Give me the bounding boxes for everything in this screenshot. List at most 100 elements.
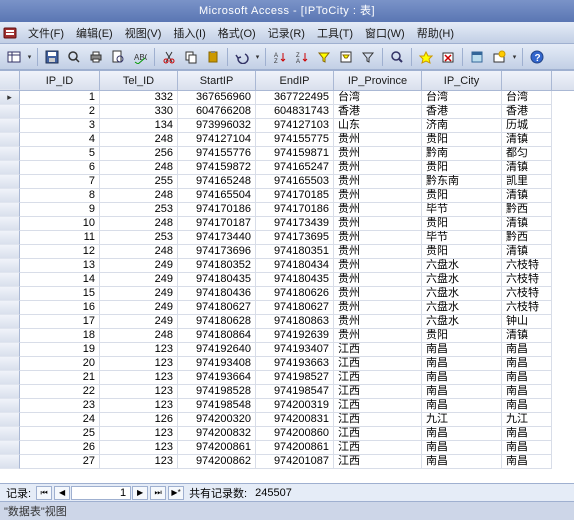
table-row[interactable]: 14249974180435974180435贵州六盘水六枝特 <box>0 273 574 287</box>
cell[interactable]: 974193663 <box>256 357 334 371</box>
new-object-dropdown[interactable]: ▾ <box>511 47 518 67</box>
cell[interactable]: 16 <box>20 301 100 315</box>
cell[interactable]: 974165247 <box>256 161 334 175</box>
cell[interactable]: 27 <box>20 455 100 469</box>
menu-item[interactable]: 格式(O) <box>212 23 262 43</box>
cell[interactable]: 332 <box>100 91 178 105</box>
database-window-button[interactable] <box>467 47 487 67</box>
cell[interactable]: 367722495 <box>256 91 334 105</box>
menu-item[interactable]: 插入(I) <box>167 23 211 43</box>
cell[interactable]: 974173440 <box>178 231 256 245</box>
cell[interactable]: 六枝特 <box>502 259 552 273</box>
cell[interactable]: 14 <box>20 273 100 287</box>
cell[interactable]: 974198547 <box>256 385 334 399</box>
row-selector[interactable] <box>0 455 20 469</box>
row-selector[interactable] <box>0 189 20 203</box>
cell[interactable]: 江西 <box>334 427 422 441</box>
menu-item[interactable]: 视图(V) <box>119 23 168 43</box>
cell[interactable]: 974173696 <box>178 245 256 259</box>
undo-dropdown[interactable]: ▾ <box>254 47 261 67</box>
apply-filter-button[interactable] <box>358 47 378 67</box>
cell[interactable]: 1 <box>20 91 100 105</box>
table-row[interactable]: 26123974200861974200861江西南昌南昌 <box>0 441 574 455</box>
row-selector[interactable] <box>0 301 20 315</box>
cell[interactable]: 六盘水 <box>422 259 502 273</box>
column-header[interactable]: IP_ID <box>20 71 100 90</box>
cell[interactable]: 255 <box>100 175 178 189</box>
cell[interactable]: 974200862 <box>178 455 256 469</box>
table-row[interactable]: 22123974198528974198547江西南昌南昌 <box>0 385 574 399</box>
last-record-button[interactable]: ⏭ <box>150 486 166 500</box>
cell[interactable]: 17 <box>20 315 100 329</box>
cell[interactable]: 974200319 <box>256 399 334 413</box>
cell[interactable]: 毕节 <box>422 203 502 217</box>
cell[interactable]: 贵阳 <box>422 245 502 259</box>
cell[interactable]: 604766208 <box>178 105 256 119</box>
cell[interactable]: 974173439 <box>256 217 334 231</box>
next-record-button[interactable]: ▶ <box>132 486 148 500</box>
table-row[interactable]: 2330604766208604831743香港香港香港 <box>0 105 574 119</box>
table-row[interactable]: 23123974198548974200319江西南昌南昌 <box>0 399 574 413</box>
cell[interactable]: 清镇 <box>502 245 552 259</box>
cell[interactable]: 20 <box>20 357 100 371</box>
cell[interactable]: 249 <box>100 301 178 315</box>
table-row[interactable]: 11253974173440974173695贵州毕节黔西 <box>0 231 574 245</box>
column-header[interactable]: StartIP <box>178 71 256 90</box>
cell[interactable]: 974193407 <box>256 343 334 357</box>
prev-record-button[interactable]: ◀ <box>54 486 70 500</box>
cell[interactable]: 贵州 <box>334 329 422 343</box>
table-row[interactable]: 3134973996032974127103山东济南历城 <box>0 119 574 133</box>
cell[interactable]: 江西 <box>334 441 422 455</box>
cell[interactable]: 974180436 <box>178 287 256 301</box>
cell[interactable]: 253 <box>100 203 178 217</box>
row-selector[interactable] <box>0 259 20 273</box>
cell[interactable]: 974180627 <box>178 301 256 315</box>
table-row[interactable]: 19123974192640974193407江西南昌南昌 <box>0 343 574 357</box>
cell[interactable]: 974180435 <box>178 273 256 287</box>
row-selector[interactable] <box>0 217 20 231</box>
row-selector[interactable] <box>0 371 20 385</box>
cell[interactable]: 济南 <box>422 119 502 133</box>
row-selector[interactable] <box>0 203 20 217</box>
table-row[interactable]: 9253974170186974170186贵州毕节黔西 <box>0 203 574 217</box>
cell[interactable]: 历城 <box>502 119 552 133</box>
new-record-nav-button[interactable]: ▶* <box>168 486 184 500</box>
row-selector[interactable] <box>0 91 20 105</box>
cell[interactable]: 974180627 <box>256 301 334 315</box>
cell[interactable]: 贵州 <box>334 147 422 161</box>
cell[interactable]: 南昌 <box>422 385 502 399</box>
table-row[interactable]: 13249974180352974180434贵州六盘水六枝特 <box>0 259 574 273</box>
print-button[interactable] <box>86 47 106 67</box>
cell[interactable]: 4 <box>20 133 100 147</box>
cell[interactable]: 974170187 <box>178 217 256 231</box>
row-selector[interactable] <box>0 231 20 245</box>
cell[interactable]: 贵州 <box>334 287 422 301</box>
cell[interactable]: 贵州 <box>334 231 422 245</box>
cell[interactable]: 126 <box>100 413 178 427</box>
cell[interactable]: 南昌 <box>502 385 552 399</box>
record-number-input[interactable] <box>71 486 131 500</box>
cell[interactable]: 974170185 <box>256 189 334 203</box>
cell[interactable]: 23 <box>20 399 100 413</box>
row-selector[interactable] <box>0 343 20 357</box>
cell[interactable]: 974165248 <box>178 175 256 189</box>
cell[interactable]: 974127104 <box>178 133 256 147</box>
preview-button[interactable] <box>108 47 128 67</box>
cell[interactable]: 六盘水 <box>422 315 502 329</box>
column-header[interactable]: IP_Province <box>334 71 422 90</box>
row-selector[interactable] <box>0 147 20 161</box>
spelling-button[interactable]: ABC <box>130 47 150 67</box>
cell[interactable]: 六枝特 <box>502 287 552 301</box>
cell[interactable]: 南昌 <box>422 427 502 441</box>
table-row[interactable]: 10248974170187974173439贵州贵阳清镇 <box>0 217 574 231</box>
table-row[interactable]: 27123974200862974201087江西南昌南昌 <box>0 455 574 469</box>
cell[interactable]: 134 <box>100 119 178 133</box>
view-dropdown[interactable]: ▾ <box>26 47 33 67</box>
cell[interactable]: 3 <box>20 119 100 133</box>
cell[interactable]: 南昌 <box>502 343 552 357</box>
cell[interactable]: 贵州 <box>334 217 422 231</box>
filter-selection-button[interactable] <box>314 47 334 67</box>
table-row[interactable]: 24126974200320974200831江西九江九江 <box>0 413 574 427</box>
cell[interactable]: 贵州 <box>334 301 422 315</box>
search-button[interactable] <box>64 47 84 67</box>
